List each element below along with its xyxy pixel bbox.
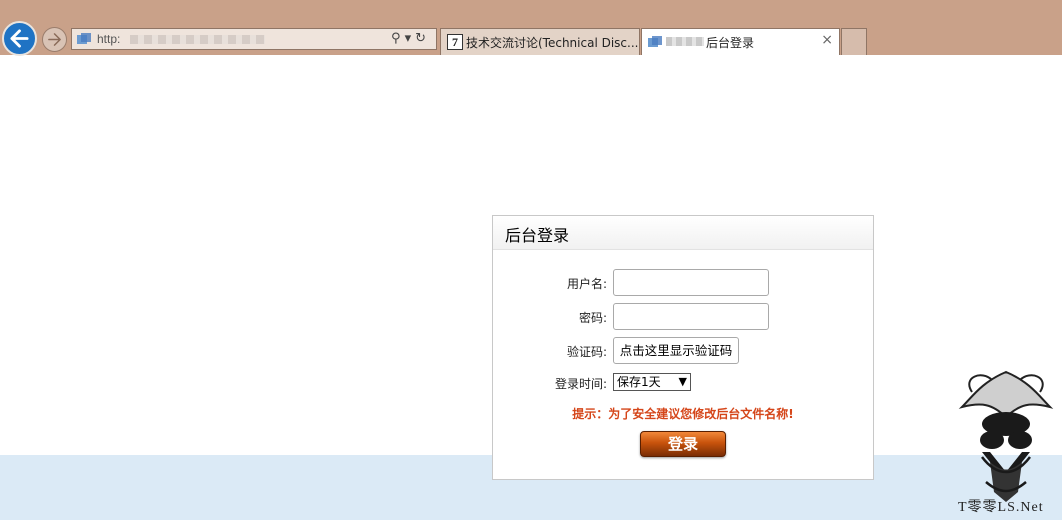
search-icon[interactable]: ⚲ — [391, 31, 405, 46]
watermark-text: T零零LS.Net — [958, 500, 1044, 515]
security-hint: 提示：为了安全建议您修改后台文件名称! — [572, 407, 794, 421]
refresh-icon[interactable]: ↻ — [415, 31, 430, 46]
site-favicon-icon — [77, 33, 91, 44]
show-captcha-button[interactable]: 点击这里显示验证码 — [613, 337, 739, 364]
arrow-right-icon — [48, 33, 61, 46]
browser-toolbar: http: ⚲▾↻ 7 技术交流讨论(Technical Disc... 后台登… — [0, 0, 1062, 56]
arrow-left-icon — [10, 29, 29, 48]
login-time-select[interactable]: 保存1天 ▼ — [613, 373, 691, 391]
login-panel: 后台登录 用户名: 密码: 验证码: 点击这里显示验证码 登录时间: 保存1天 … — [492, 215, 874, 480]
address-actions[interactable]: ⚲▾↻ — [391, 31, 430, 46]
chevron-down-icon: ▼ — [678, 375, 687, 388]
captcha-label: 验证码: — [566, 345, 607, 359]
login-title: 后台登录 — [505, 226, 570, 245]
close-icon[interactable]: × — [821, 32, 833, 48]
password-input[interactable] — [613, 303, 769, 330]
tab-label: 技术交流讨论(Technical Disc... — [466, 36, 639, 50]
tab-label: 后台登录 — [706, 36, 755, 50]
address-text: http: — [97, 32, 121, 46]
back-button[interactable] — [2, 21, 37, 56]
login-button[interactable]: 登录 — [640, 431, 726, 457]
login-time-value: 保存1天 — [617, 375, 661, 389]
tab-technical-discussion[interactable]: 7 技术交流讨论(Technical Disc... — [440, 28, 640, 55]
login-time-label: 登录时间: — [554, 377, 607, 391]
address-blurred-url — [130, 35, 265, 44]
login-header: 后台登录 — [493, 216, 873, 250]
forward-button[interactable] — [42, 27, 67, 52]
password-label: 密码: — [578, 311, 607, 325]
dropdown-icon[interactable]: ▾ — [405, 31, 416, 46]
site-favicon-icon — [648, 36, 662, 47]
username-input[interactable] — [613, 269, 769, 296]
dragon-emblem-logo — [958, 370, 1054, 502]
tab-admin-login[interactable]: 后台登录 × — [641, 28, 840, 55]
address-bar[interactable]: http: ⚲▾↻ — [71, 28, 437, 50]
new-tab-button[interactable] — [841, 28, 867, 55]
tab-blurred-text — [666, 37, 704, 46]
username-label: 用户名: — [566, 277, 607, 291]
site-7-icon: 7 — [447, 34, 463, 50]
